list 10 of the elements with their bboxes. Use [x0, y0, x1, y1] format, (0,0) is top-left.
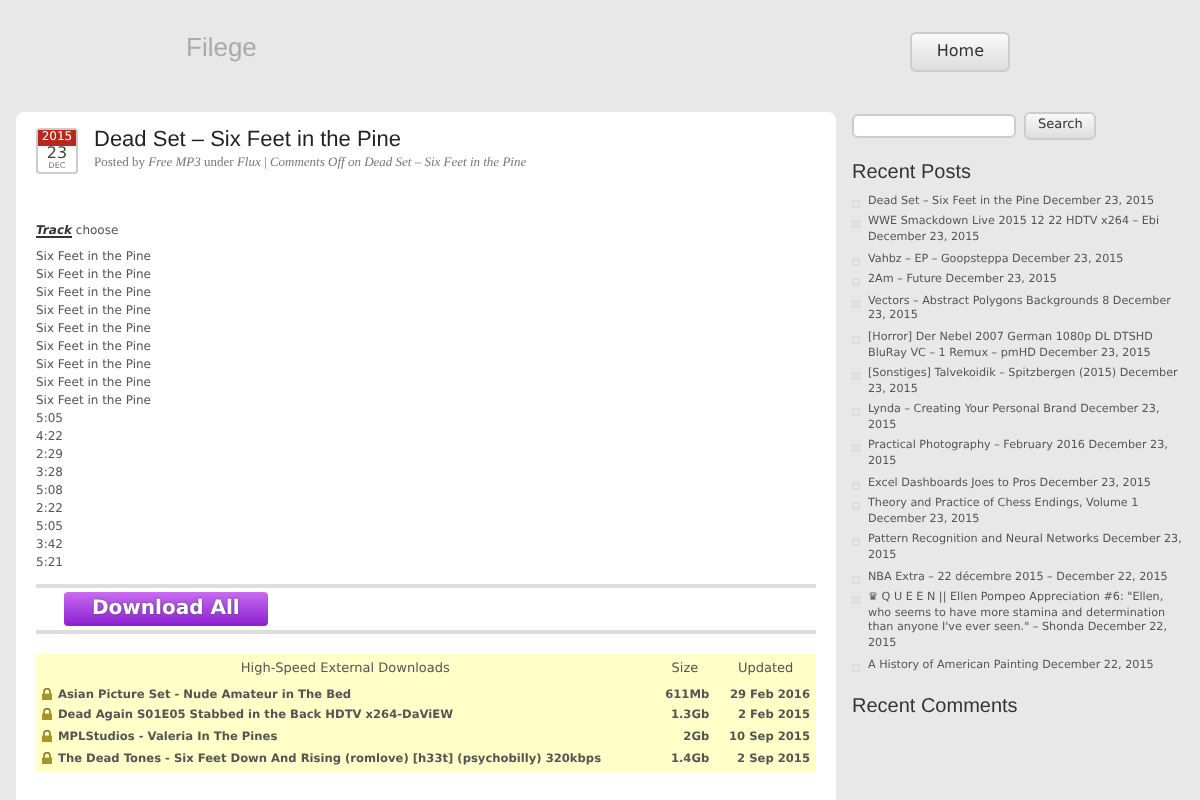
lock-icon: [42, 730, 52, 743]
search-field[interactable]: [852, 113, 1016, 138]
download-all-button[interactable]: Download All: [64, 592, 268, 626]
lock-icon: [42, 708, 52, 721]
lock-icon: [42, 687, 52, 700]
section-heading: Recent Posts: [852, 159, 973, 188]
nav-button[interactable]: Home: [910, 32, 1010, 72]
section-heading: Recent Comments: [852, 694, 1020, 723]
lock-icon: [42, 751, 52, 764]
post-title[interactable]: Dead Set – Six Feet in the Pine: [94, 128, 527, 155]
